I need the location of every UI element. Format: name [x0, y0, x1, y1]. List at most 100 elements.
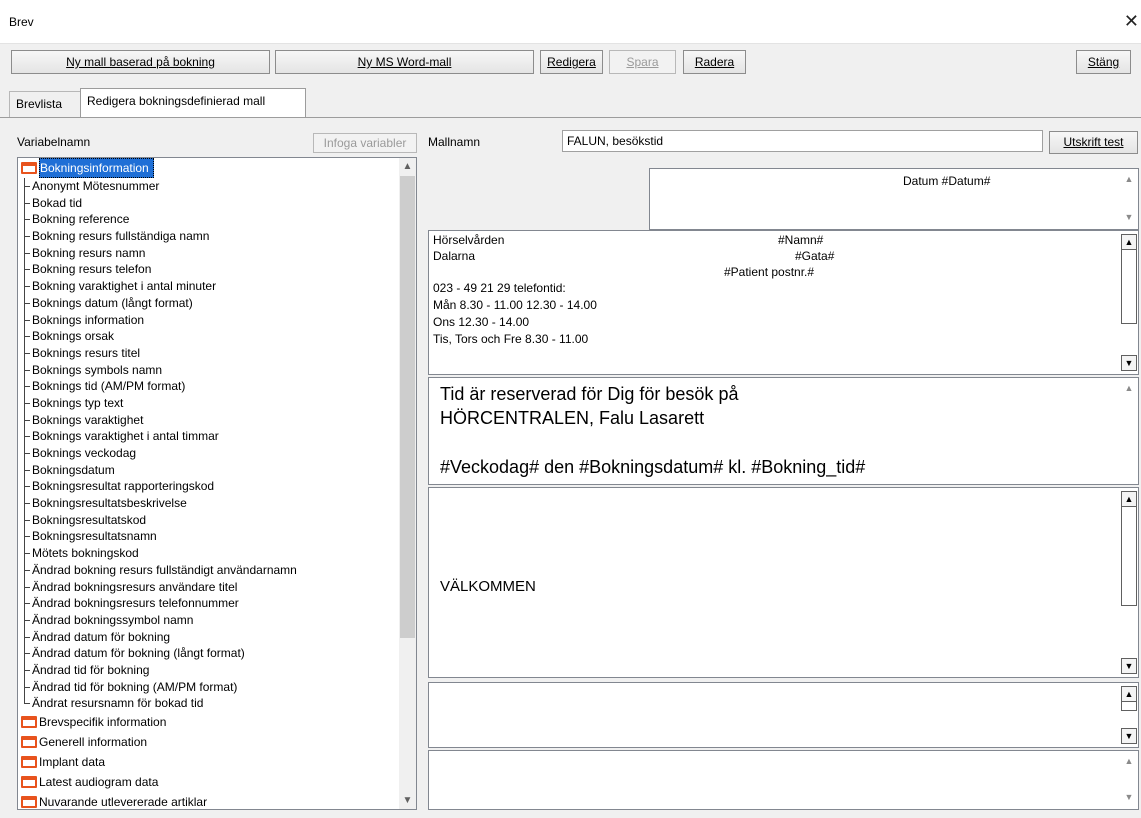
save-button[interactable]: Spara: [609, 50, 676, 74]
body-textbox[interactable]: Tid är reserverad för Dig för besök på H…: [428, 377, 1139, 485]
insert-variables-button[interactable]: Infoga variabler: [313, 133, 417, 153]
tree-group[interactable]: Generell information: [18, 732, 399, 752]
tree-content: Bokningsinformation Anonymt Mötesnummer B…: [18, 158, 399, 809]
folder-icon: [21, 796, 37, 808]
scroll-up-icon[interactable]: ▲: [1121, 754, 1137, 770]
delete-button[interactable]: Radera: [683, 50, 746, 74]
welcome-textbox[interactable]: VÄLKOMMEN ▲ ▼: [428, 487, 1139, 678]
tree-item[interactable]: Ändrad tid för bokning (AM/PM format): [18, 678, 399, 696]
tree-item[interactable]: Ändrad datum för bokning: [18, 628, 399, 646]
footer-scrollbar[interactable]: ▲ ▼: [1120, 751, 1138, 809]
new-word-template-button[interactable]: Ny MS Word-mall: [275, 50, 534, 74]
tree-item[interactable]: Mötets bokningskod: [18, 545, 399, 562]
tree-group-bokningsinformation[interactable]: Bokningsinformation: [18, 158, 399, 178]
new-template-booking-button[interactable]: Ny mall baserad på bokning: [11, 50, 270, 74]
scroll-up-icon[interactable]: ▲: [1121, 491, 1137, 507]
tree-group[interactable]: Nuvarande utlevererade artiklar: [18, 792, 399, 809]
tree-item[interactable]: Boknings symbols namn: [18, 361, 399, 379]
body-scrollbar[interactable]: ▲: [1120, 378, 1138, 484]
tree-group[interactable]: Implant data: [18, 752, 399, 772]
tree-item[interactable]: Bokning resurs fullständiga namn: [18, 228, 399, 245]
scroll-down-icon[interactable]: ▼: [1121, 658, 1137, 674]
tree-item[interactable]: Bokning reference: [18, 211, 399, 228]
tree-item[interactable]: Ändrad datum för bokning (långt format): [18, 645, 399, 662]
folder-icon: [21, 776, 37, 788]
tree-item[interactable]: Bokning resurs telefon: [18, 261, 399, 278]
tree-item[interactable]: Boknings resurs titel: [18, 344, 399, 362]
tree-item[interactable]: Boknings veckodag: [18, 445, 399, 462]
tree-item[interactable]: Bokad tid: [18, 194, 399, 212]
print-test-button[interactable]: Utskrift test: [1049, 131, 1138, 154]
scroll-down-icon[interactable]: ▼: [1121, 355, 1137, 371]
tree-item[interactable]: Bokningsresultatsnamn: [18, 528, 399, 545]
header-text: Datum #Datum#: [903, 174, 991, 188]
tree-item[interactable]: Ändrat resursnamn för bokad tid: [18, 695, 399, 712]
tree-item[interactable]: Ändrad bokningsresurs telefonnummer: [18, 595, 399, 612]
body-line2: HÖRCENTRALEN, Falu Lasarett: [440, 408, 705, 428]
tree-group[interactable]: Brevspecifik information: [18, 712, 399, 732]
tree-item[interactable]: Ändrad bokning resurs fullständigt använ…: [18, 561, 399, 579]
scroll-down-icon[interactable]: ▼: [399, 792, 416, 809]
scroll-track[interactable]: [1121, 701, 1137, 711]
tree-item[interactable]: Boknings tid (AM/PM format): [18, 378, 399, 395]
scroll-down-icon[interactable]: ▼: [1121, 210, 1137, 226]
tree-item[interactable]: Ändrad bokningssymbol namn: [18, 611, 399, 629]
address-scrollbar[interactable]: ▲ ▼: [1120, 231, 1138, 374]
tree-group-label: Nuvarande utlevererade artiklar: [39, 795, 208, 809]
close-icon[interactable]: ✕: [1124, 11, 1139, 32]
tree-groups: Brevspecifik information Generell informa…: [18, 712, 399, 809]
tree-group[interactable]: Latest audiogram data: [18, 772, 399, 792]
address-street-var: #Gata#: [795, 249, 835, 263]
window-title: Brev: [9, 15, 34, 29]
edit-button[interactable]: Redigera: [540, 50, 603, 74]
scroll-thumb[interactable]: [400, 176, 415, 638]
tree-item[interactable]: Boknings varaktighet: [18, 411, 399, 429]
body-line1: Tid är reserverad för Dig för besök på: [440, 384, 739, 404]
welcome-scrollbar[interactable]: ▲ ▼: [1120, 488, 1138, 677]
scroll-up-icon[interactable]: ▲: [1121, 686, 1137, 702]
hours-line2: Ons 12.30 - 14.00: [433, 315, 530, 329]
tree-item[interactable]: Boknings typ text: [18, 394, 399, 412]
header-textbox[interactable]: Datum #Datum# ▲ ▼: [649, 168, 1139, 230]
tree-item[interactable]: Bokningsdatum: [18, 461, 399, 479]
scroll-up-icon[interactable]: ▲: [399, 158, 416, 175]
scroll-down-icon[interactable]: ▼: [1121, 790, 1137, 806]
scroll-track[interactable]: [1121, 249, 1137, 324]
tree-item[interactable]: Ändrad bokningsresurs användare titel: [18, 578, 399, 596]
extra-scrollbar-1[interactable]: ▲ ▼: [1120, 683, 1138, 747]
tab-edit-template[interactable]: Redigera bokningsdefinierad mall: [80, 88, 306, 118]
variable-tree[interactable]: Bokningsinformation Anonymt Mötesnummer B…: [17, 157, 417, 810]
body-line3: #Veckodag# den #Bokningsdatum# kl. #Bokn…: [440, 457, 866, 477]
tree-item[interactable]: Boknings varaktighet i antal timmar: [18, 428, 399, 445]
close-button[interactable]: Stäng: [1076, 50, 1131, 74]
scroll-track[interactable]: [1121, 506, 1137, 606]
hours-line3: Tis, Tors och Fre 8.30 - 11.00: [433, 332, 589, 346]
tree-item[interactable]: Bokning varaktighet i antal minuter: [18, 278, 399, 295]
footer-textbox[interactable]: ▲ ▼: [428, 750, 1139, 810]
tree-item[interactable]: Bokningsresultatskod: [18, 511, 399, 529]
tree-item[interactable]: Boknings information: [18, 311, 399, 329]
tab-brevlista[interactable]: Brevlista: [9, 91, 81, 118]
hours-line1: Mån 8.30 - 11.00 12.30 - 14.00: [433, 298, 597, 312]
template-name-field[interactable]: FALUN, besökstid: [562, 130, 1043, 152]
scroll-up-icon[interactable]: ▲: [1121, 381, 1137, 397]
address-textbox[interactable]: Hörselvården #Namn# Dalarna #Gata# #Pati…: [428, 230, 1139, 375]
tree-item[interactable]: Anonymt Mötesnummer: [18, 178, 399, 195]
scroll-down-icon[interactable]: ▼: [1121, 728, 1137, 744]
scroll-up-icon[interactable]: ▲: [1121, 172, 1137, 188]
tree-item[interactable]: Boknings orsak: [18, 328, 399, 345]
folder-icon: [21, 736, 37, 748]
tree-item[interactable]: Bokning resurs namn: [18, 244, 399, 262]
header-scrollbar[interactable]: ▲ ▼: [1120, 169, 1138, 229]
tab-divider: [0, 117, 1141, 118]
tree-item[interactable]: Ändrad tid för bokning: [18, 661, 399, 679]
template-name-label: Mallnamn: [428, 135, 481, 149]
tree-items: Anonymt Mötesnummer Bokad tid Bokning refe…: [18, 178, 399, 712]
tree-item[interactable]: Bokningsresultat rapporteringskod: [18, 478, 399, 495]
tree-item[interactable]: Bokningsresultatsbeskrivelse: [18, 495, 399, 512]
extra-textbox-1[interactable]: ▲ ▼: [428, 682, 1139, 748]
tree-scrollbar[interactable]: ▲ ▼: [399, 158, 416, 809]
tree-item[interactable]: Boknings datum (långt format): [18, 294, 399, 312]
address-line1: Hörselvården: [433, 233, 505, 247]
scroll-up-icon[interactable]: ▲: [1121, 234, 1137, 250]
